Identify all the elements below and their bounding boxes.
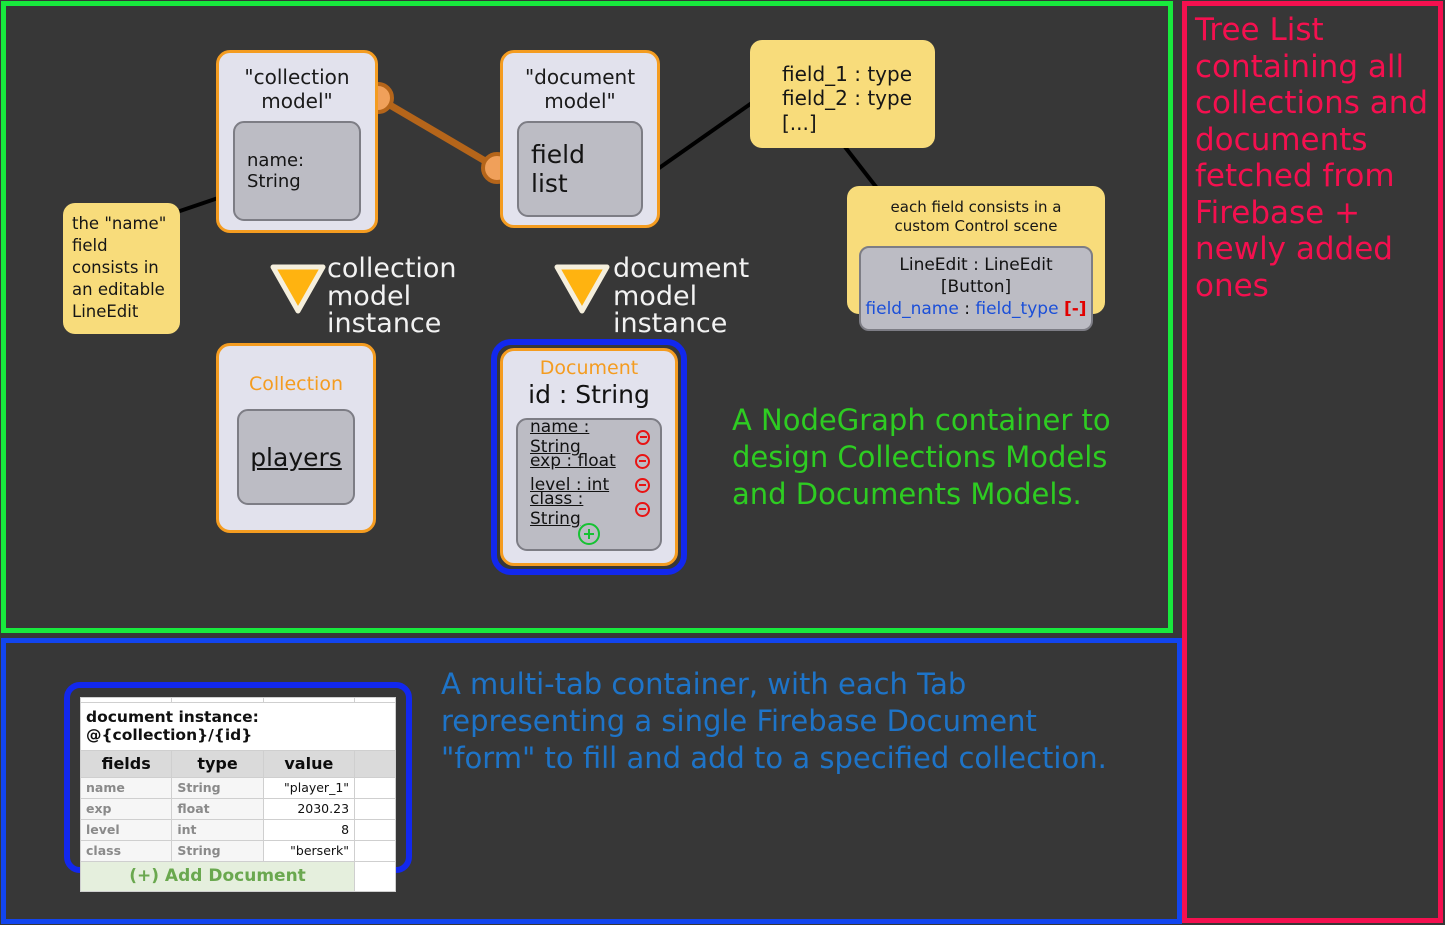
cell-type: String bbox=[171, 777, 264, 799]
cell-field: exp bbox=[79, 798, 173, 820]
document-form-wrapper: document instance: @{collection}/{id} fi… bbox=[64, 682, 412, 892]
table-row[interactable]: name String "player_1" bbox=[79, 777, 396, 799]
cell-blank bbox=[354, 861, 396, 892]
document-instance-title: Document bbox=[539, 357, 639, 379]
document-field-row[interactable]: exp : float bbox=[518, 449, 660, 473]
note-control-scene: each field consists in a custom Control … bbox=[847, 186, 1105, 331]
collection-model-field: name: String bbox=[247, 150, 305, 192]
cell-type: String bbox=[171, 840, 264, 862]
column-header-blank bbox=[354, 750, 396, 778]
document-model-title: "document model" bbox=[524, 65, 636, 113]
cell-blank bbox=[354, 819, 396, 841]
document-instance-label: document model instance bbox=[613, 253, 750, 340]
document-instance-form[interactable]: document instance: @{collection}/{id} fi… bbox=[79, 697, 396, 892]
collection-name-input[interactable]: players bbox=[237, 409, 355, 505]
add-document-button[interactable]: (+) Add Document bbox=[79, 861, 356, 892]
table-row[interactable]: exp float 2030.23 bbox=[79, 798, 396, 820]
minus-circle-icon[interactable] bbox=[635, 453, 650, 469]
nodegraph-annotation: A NodeGraph container to design Collecti… bbox=[732, 403, 1111, 511]
column-header-fields: fields bbox=[79, 750, 173, 778]
table-row[interactable]: level int 8 bbox=[79, 819, 396, 841]
tree-list-annotation: Tree List containing all collections and… bbox=[1195, 12, 1429, 305]
cell-type: int bbox=[171, 819, 264, 841]
cell-field: class bbox=[79, 840, 173, 862]
cell-blank bbox=[354, 798, 396, 820]
collection-instance-marker bbox=[269, 263, 327, 321]
collection-instance-label: collection model instance bbox=[327, 253, 457, 340]
cell-field: name bbox=[79, 777, 173, 799]
document-field-row[interactable]: name : String bbox=[518, 417, 660, 457]
cell-value-input[interactable]: "player_1" bbox=[262, 777, 356, 799]
document-field-list: name : String exp : float level : int cl… bbox=[516, 417, 662, 551]
cell-type: float bbox=[171, 798, 264, 820]
column-header-value: value bbox=[262, 750, 356, 778]
plus-circle-icon[interactable] bbox=[578, 523, 600, 545]
minus-circle-icon[interactable] bbox=[635, 501, 650, 517]
minus-circle-icon[interactable] bbox=[635, 429, 650, 445]
document-model-inner-panel[interactable]: field list bbox=[517, 121, 643, 217]
control-scene-preview[interactable]: LineEdit : LineEdit [Button] field_name … bbox=[859, 245, 1093, 331]
scene-field-name: field_name bbox=[865, 299, 959, 320]
collection-instance-title: Collection bbox=[249, 373, 343, 395]
note-name-field: the "name" field consists in an editable… bbox=[63, 203, 180, 334]
tree-list-panel[interactable]: Tree List containing all collections and… bbox=[1182, 1, 1443, 923]
table-row[interactable]: class String "berserk" bbox=[79, 840, 396, 862]
document-instance-node-wrapper: Document id : String name : String exp :… bbox=[491, 339, 687, 575]
tabs-annotation: A multi-tab container, with each Tab rep… bbox=[441, 667, 1107, 775]
document-field-row[interactable]: class : String bbox=[518, 489, 660, 529]
cell-field: level bbox=[79, 819, 173, 841]
down-triangle-icon bbox=[554, 264, 610, 314]
control-scene-line2: field_name : field_type [-] bbox=[865, 298, 1087, 320]
form-header-row: fields type value bbox=[79, 750, 396, 778]
cell-value-input[interactable]: 2030.23 bbox=[262, 798, 356, 820]
cell-blank bbox=[354, 777, 396, 799]
form-title: document instance: @{collection}/{id} bbox=[80, 702, 396, 751]
cell-value-input[interactable]: 8 bbox=[262, 819, 356, 841]
collection-model-node[interactable]: "collection model" name: String bbox=[216, 50, 378, 233]
collection-name-value: players bbox=[250, 442, 342, 472]
cell-value-input[interactable]: "berserk" bbox=[262, 840, 356, 862]
scene-field-type: field_type bbox=[975, 299, 1059, 320]
scene-colon: : bbox=[958, 299, 976, 320]
column-header-type: type bbox=[171, 750, 264, 778]
collection-model-title: "collection model" bbox=[244, 65, 350, 113]
add-document-row[interactable]: (+) Add Document bbox=[79, 861, 396, 892]
control-scene-line1: LineEdit : LineEdit [Button] bbox=[899, 254, 1053, 297]
collection-instance-node[interactable]: Collection players bbox=[216, 343, 376, 533]
document-instance-node[interactable]: Document id : String name : String exp :… bbox=[500, 348, 678, 566]
note-control-scene-text: each field consists in a custom Control … bbox=[890, 198, 1062, 235]
scene-remove-button[interactable]: [-] bbox=[1064, 299, 1087, 319]
document-model-field-list: field list bbox=[531, 140, 585, 198]
note-field-list: field_1 : type field_2 : type [...] bbox=[750, 40, 935, 148]
down-triangle-icon bbox=[270, 264, 326, 314]
document-instance-id: id : String bbox=[528, 380, 650, 409]
collection-model-inner-panel[interactable]: name: String bbox=[233, 121, 361, 221]
app-root: Tree List containing all collections and… bbox=[0, 0, 1445, 925]
form-title-row: document instance: @{collection}/{id} bbox=[80, 702, 396, 751]
document-instance-marker bbox=[553, 263, 611, 321]
document-field-label: class : String bbox=[530, 489, 584, 529]
minus-circle-icon[interactable] bbox=[635, 477, 650, 493]
document-field-label: exp : float bbox=[530, 451, 616, 471]
document-model-node[interactable]: "document model" field list bbox=[500, 50, 660, 228]
cell-blank bbox=[354, 840, 396, 862]
